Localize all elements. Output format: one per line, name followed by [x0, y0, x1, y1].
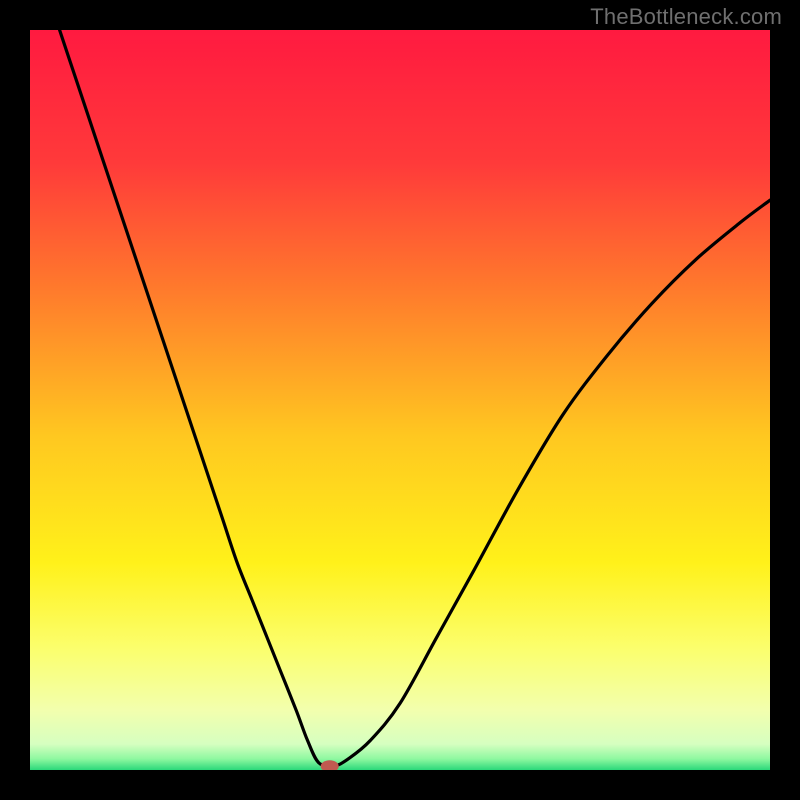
plot-area — [30, 30, 770, 770]
chart-container: TheBottleneck.com — [0, 0, 800, 800]
chart-background — [30, 30, 770, 770]
watermark-text: TheBottleneck.com — [590, 4, 782, 30]
chart-svg — [30, 30, 770, 770]
